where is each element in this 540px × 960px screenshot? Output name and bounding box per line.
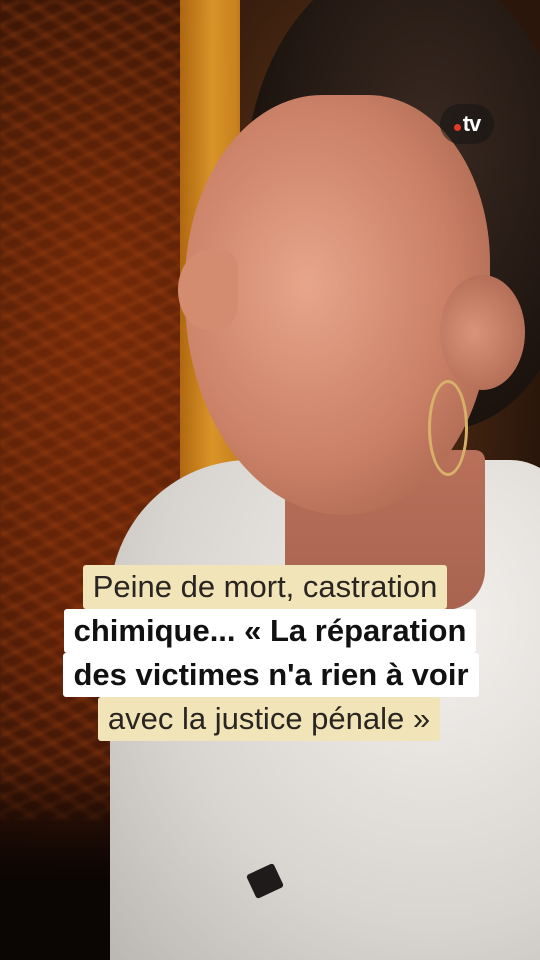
caption-line-2: chimique... « La réparation — [63, 609, 477, 653]
earring — [428, 380, 468, 476]
caption-overlay: Peine de mort, castration chimique... « … — [0, 565, 540, 741]
logo-text: tv — [462, 111, 482, 136]
video-frame[interactable] — [0, 0, 540, 960]
channel-logo: tv — [440, 104, 494, 144]
caption-line-3: des victimes n'a rien à voir — [63, 653, 479, 697]
caption-line-4: avec la justice pénale » — [97, 697, 441, 741]
caption-line-1: Peine de mort, castration — [82, 565, 448, 609]
logo-dot-icon — [453, 123, 461, 131]
person-ear — [440, 275, 525, 390]
person-nose — [178, 250, 238, 330]
